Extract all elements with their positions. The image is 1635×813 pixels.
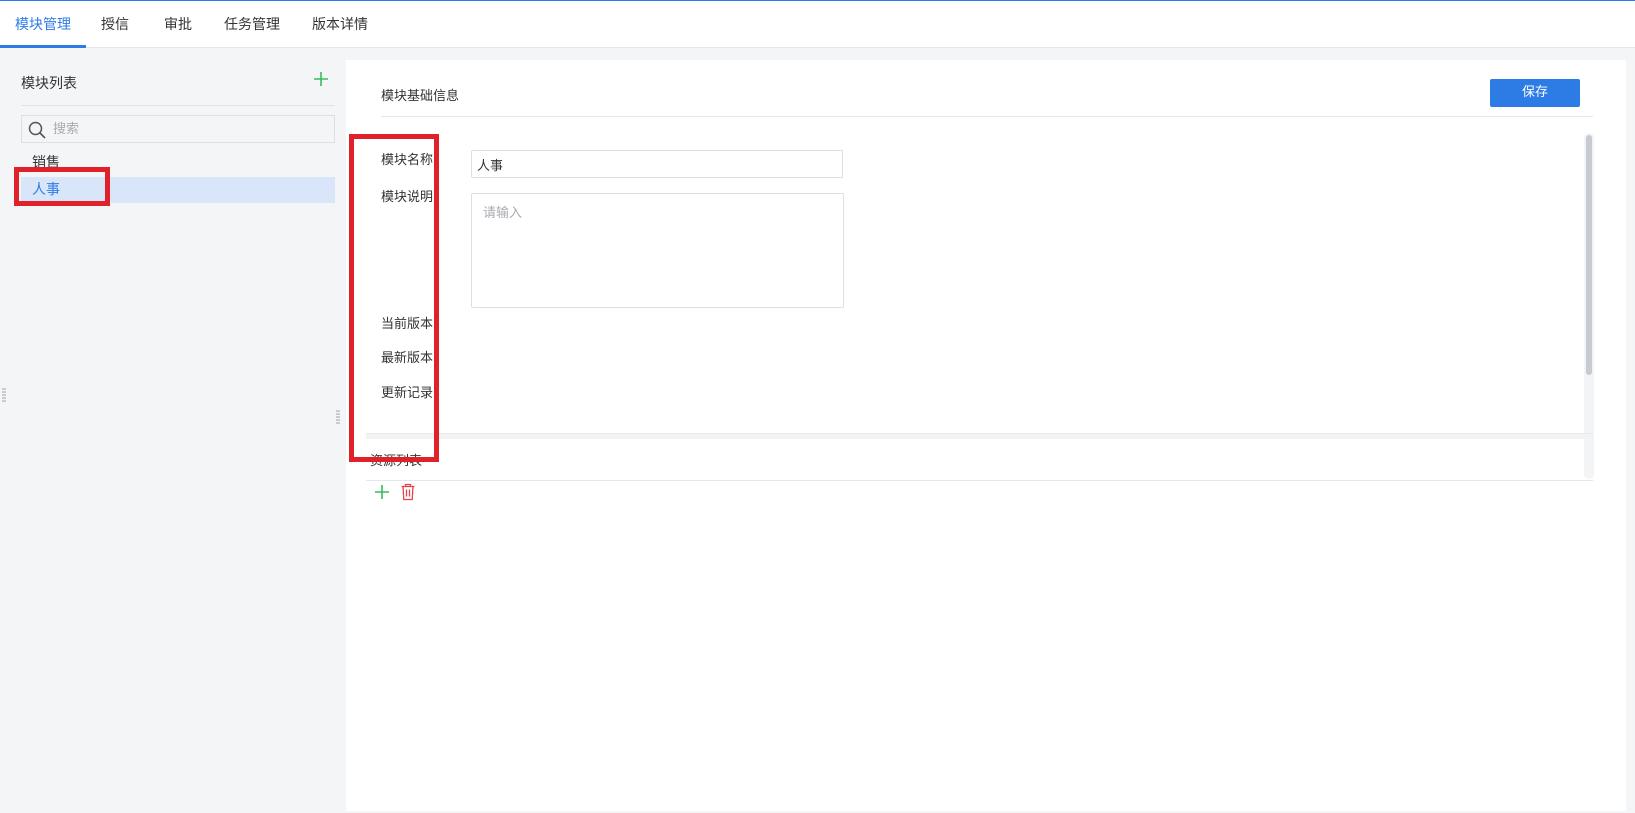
- search-box: [21, 115, 335, 143]
- save-button[interactable]: 保存: [1490, 79, 1580, 107]
- module-name-label: 模块名称: [381, 153, 434, 168]
- module-detail-panel: 模块基础信息 保存 模块名称 模块说明 当前版本 最新版本 更新记录 资源列表: [346, 60, 1626, 811]
- add-module-icon[interactable]: [312, 70, 330, 88]
- scrollbar-thumb[interactable]: [1586, 135, 1592, 375]
- tab-task-management[interactable]: 任务管理: [224, 1, 280, 48]
- tab-version-details[interactable]: 版本详情: [312, 1, 368, 48]
- delete-resource-icon[interactable]: [400, 483, 416, 501]
- module-name-input[interactable]: [471, 150, 843, 178]
- module-list-title: 模块列表: [21, 76, 77, 92]
- tab-module-management[interactable]: 模块管理: [15, 1, 71, 48]
- add-resource-icon[interactable]: [374, 484, 390, 500]
- tab-credit[interactable]: 授信: [101, 1, 129, 48]
- module-desc-label: 模块说明: [381, 190, 434, 205]
- module-list-panel: 模块列表 销售 人事: [0, 48, 346, 813]
- divider: [21, 105, 335, 106]
- resources-title: 资源列表: [370, 454, 423, 469]
- section-title: 模块基础信息: [381, 89, 460, 104]
- highlight-box: [349, 134, 439, 462]
- drag-handle-icon[interactable]: [336, 410, 340, 424]
- latest-version-label: 最新版本: [381, 351, 434, 366]
- search-input[interactable]: [53, 116, 328, 142]
- module-desc-textarea[interactable]: [471, 193, 844, 308]
- tab-approval[interactable]: 审批: [164, 1, 192, 48]
- top-tab-bar: 模块管理 授信 审批 任务管理 版本详情: [0, 0, 1635, 48]
- divider: [366, 480, 1593, 481]
- current-version-label: 当前版本: [381, 317, 434, 332]
- section-separator: [366, 433, 1593, 439]
- drag-handle-icon[interactable]: [2, 388, 6, 402]
- list-item[interactable]: 销售: [21, 150, 335, 176]
- search-icon: [28, 121, 46, 139]
- list-item[interactable]: 人事: [21, 177, 335, 203]
- update-log-label: 更新记录: [381, 386, 434, 401]
- divider: [381, 116, 1593, 117]
